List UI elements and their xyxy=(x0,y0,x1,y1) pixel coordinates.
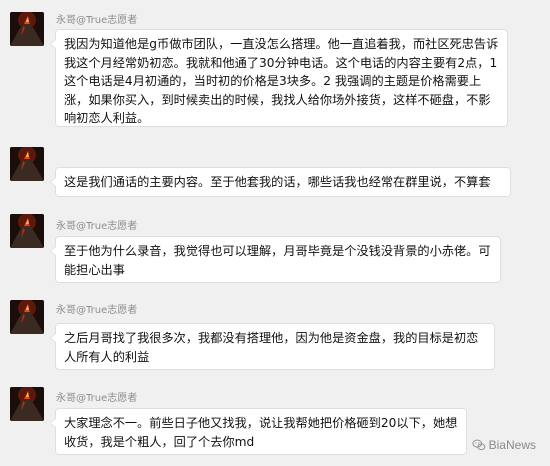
message-bubble[interactable]: 大家理念不一。前些日子他又找我，说让我帮她把价格砸到20以下，她想收货，我是个粗… xyxy=(50,408,467,455)
message-text: 大家理念不一。前些日子他又找我，说让我帮她把价格砸到20以下，她想收货，我是个粗… xyxy=(64,416,458,449)
message-text: 这是我们通话的主要内容。至于他套我的话，哪些话我也经常在群里说，不算套 xyxy=(64,175,491,189)
message-text: 我因为知道他是g币做市团队，一直没怎么搭理。他一直追着我，而社区死忠告诉我这个月… xyxy=(64,37,499,125)
volcano-avatar-image xyxy=(10,147,44,181)
avatar[interactable] xyxy=(10,300,44,334)
avatar[interactable] xyxy=(10,214,44,248)
avatar[interactable] xyxy=(10,12,44,46)
sender-name: 永哥@True志愿者 xyxy=(56,393,138,404)
message-bubble[interactable]: 至于他为什么录音，我觉得也可以理解，月哥毕竟是个没钱没背景的小赤佬。可能担心出事 xyxy=(50,236,501,283)
message-bubble[interactable]: 这是我们通话的主要内容。至于他套我的话，哪些话我也经常在群里说，不算套 xyxy=(50,167,511,197)
volcano-avatar-image xyxy=(10,387,44,421)
message-bubble[interactable]: 之后月哥找了我很多次，我都没有搭理他，因为他是资金盘，我的目标是初恋人所有人的利… xyxy=(50,323,495,370)
avatar[interactable] xyxy=(10,147,44,181)
sender-name: 永哥@True志愿者 xyxy=(56,305,138,316)
message-bubble[interactable]: 我因为知道他是g币做市团队，一直没怎么搭理。他一直追着我，而社区死忠告诉我这个月… xyxy=(50,29,508,127)
sender-name: 永哥@True志愿者 xyxy=(56,15,138,26)
message-text: 至于他为什么录音，我觉得也可以理解，月哥毕竟是个没钱没背景的小赤佬。可能担心出事 xyxy=(64,244,491,277)
watermark: BiaNews xyxy=(472,438,536,452)
volcano-avatar-image xyxy=(10,300,44,334)
avatar[interactable] xyxy=(10,387,44,421)
message-text: 之后月哥找了我很多次，我都没有搭理他，因为他是资金盘，我的目标是初恋人所有人的利… xyxy=(64,331,479,364)
volcano-avatar-image xyxy=(10,214,44,248)
watermark-text: BiaNews xyxy=(488,438,536,452)
sender-name: 永哥@True志愿者 xyxy=(56,221,138,232)
volcano-avatar-image xyxy=(10,12,44,46)
wechat-icon xyxy=(472,439,485,451)
